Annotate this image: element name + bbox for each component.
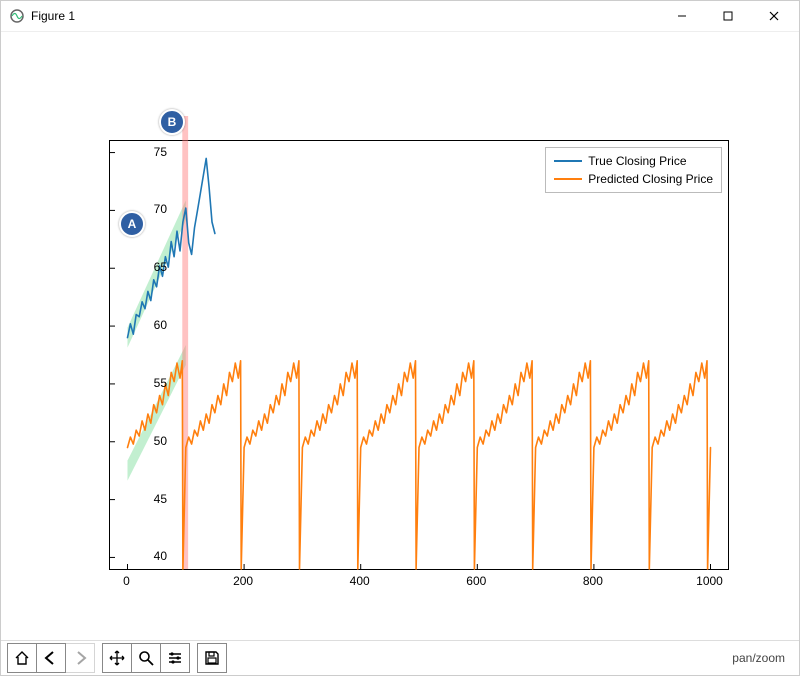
- window-title: Figure 1: [31, 9, 659, 23]
- maximize-button[interactable]: [705, 1, 751, 31]
- app-icon: [9, 8, 25, 24]
- annotation-a: A: [119, 211, 145, 237]
- nav-toolbar: pan/zoom: [1, 640, 799, 675]
- ytick-label: 45: [127, 492, 167, 506]
- plot-svg: [110, 141, 728, 569]
- ytick-label: 75: [127, 145, 167, 159]
- xtick-label: 1000: [696, 574, 723, 588]
- legend-label-pred: Predicted Closing Price: [588, 172, 713, 186]
- home-button[interactable]: [7, 643, 37, 673]
- forward-button[interactable]: [65, 643, 95, 673]
- save-button[interactable]: [197, 643, 227, 673]
- legend-label-true: True Closing Price: [588, 154, 686, 168]
- axes[interactable]: True Closing Price Predicted Closing Pri…: [109, 140, 729, 570]
- xtick-label: 400: [350, 574, 370, 588]
- ytick-label: 60: [127, 318, 167, 332]
- xtick-label: 0: [123, 574, 130, 588]
- figure-window: Figure 1 True Closing Price: [0, 0, 800, 676]
- legend-swatch-pred: [554, 178, 582, 180]
- xtick-label: 800: [583, 574, 603, 588]
- zoom-button[interactable]: [131, 643, 161, 673]
- status-text: pan/zoom: [732, 651, 793, 665]
- minimize-button[interactable]: [659, 1, 705, 31]
- titlebar[interactable]: Figure 1: [1, 1, 799, 32]
- pan-button[interactable]: [102, 643, 132, 673]
- ytick-label: 65: [127, 260, 167, 274]
- legend: True Closing Price Predicted Closing Pri…: [545, 147, 722, 193]
- legend-item-true: True Closing Price: [554, 152, 713, 170]
- annotation-b: B: [159, 109, 185, 135]
- ytick-label: 40: [127, 549, 167, 563]
- xtick-label: 200: [233, 574, 253, 588]
- close-button[interactable]: [751, 1, 797, 31]
- ytick-label: 55: [127, 376, 167, 390]
- back-button[interactable]: [36, 643, 66, 673]
- xtick-label: 600: [466, 574, 486, 588]
- legend-item-pred: Predicted Closing Price: [554, 170, 713, 188]
- ytick-label: 50: [127, 434, 167, 448]
- figure-canvas[interactable]: True Closing Price Predicted Closing Pri…: [1, 32, 799, 640]
- configure-button[interactable]: [160, 643, 190, 673]
- legend-swatch-true: [554, 160, 582, 162]
